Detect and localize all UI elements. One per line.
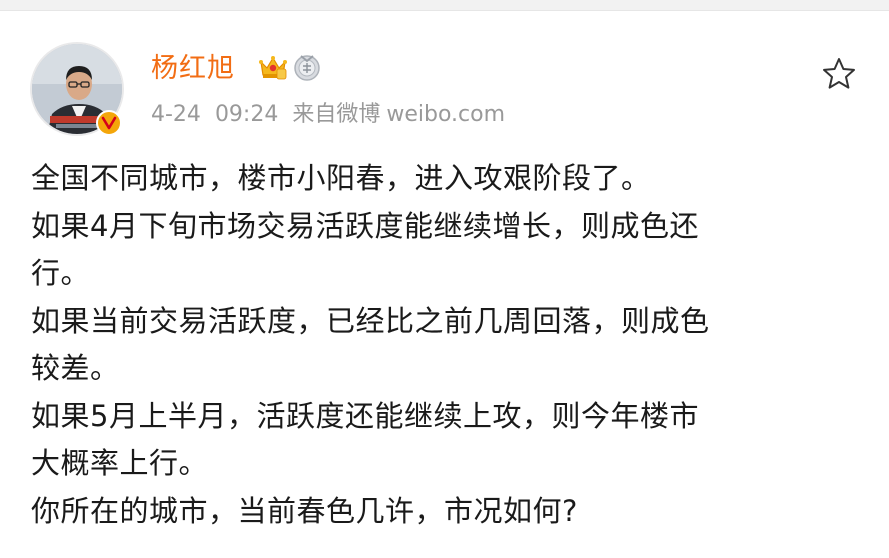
post-line: 如果5月上半月，活跃度还能继续上攻，则今年楼市	[31, 398, 699, 433]
star-icon[interactable]	[820, 55, 858, 93]
verified-v-icon	[96, 110, 122, 136]
post-source-link[interactable]: weibo.com	[386, 102, 505, 127]
post-line: 你所在的城市，当前春色几许，市况如何?	[31, 493, 578, 528]
post-line: 行。	[31, 256, 91, 290]
post-line: 如果4月下旬市场交易活跃度能继续增长，则成色还	[31, 208, 699, 243]
post-meta: 4-24 09:24 来自微博 weibo.com	[151, 100, 519, 130]
post-line: 全国不同城市，楼市小阳春，进入攻艰阶段了。	[31, 161, 651, 195]
weibo-post: 杨红旭 4-24 09:24 来自微博 weibo.com 全国不同城市，楼市小阳春，…	[0, 0, 889, 558]
medal-icon	[294, 55, 320, 81]
verified-v-glyph	[101, 116, 117, 130]
post-line: 较差。	[31, 351, 120, 385]
avatar-container[interactable]	[30, 42, 124, 136]
post-date: 4-24	[151, 102, 201, 127]
post-time: 09:24	[214, 102, 279, 127]
username[interactable]: 杨红旭	[151, 52, 235, 86]
post-line: 如果当前交易活跃度，已经比之前几周回落，则成色	[31, 303, 710, 338]
post-line: 大概率上行。	[31, 446, 209, 480]
post-body: 全国不同城市，楼市小阳春，进入攻艰阶段了。 如果4月下旬市场交易活跃度能继续增长…	[31, 155, 871, 535]
top-divider	[0, 0, 889, 11]
crown-icon	[259, 56, 287, 80]
post-source-prefix: 来自微博	[292, 102, 381, 127]
